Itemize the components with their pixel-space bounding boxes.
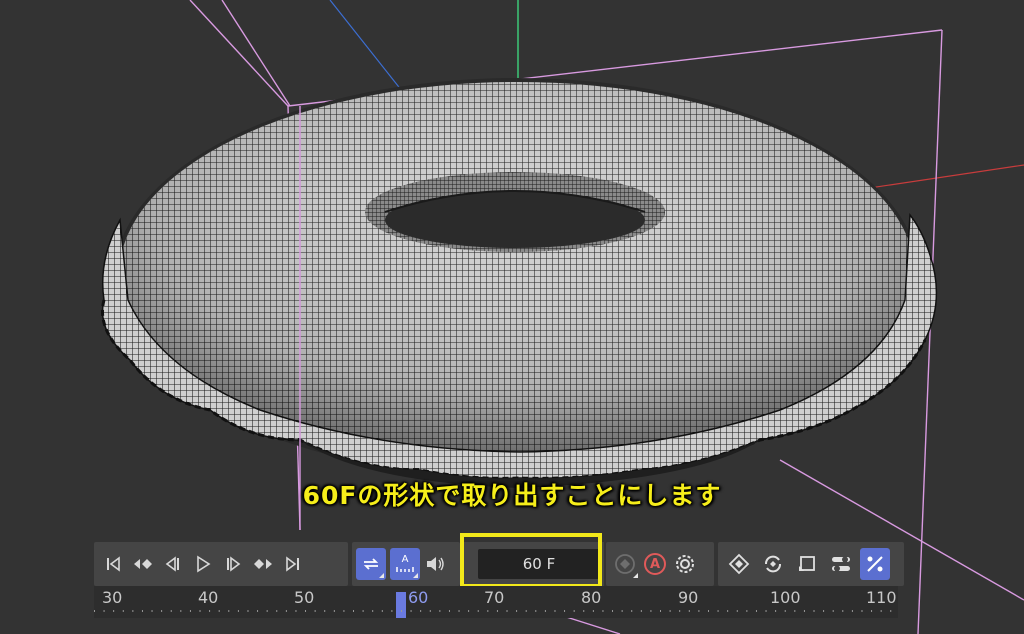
previous-keyframe-button[interactable]: [128, 548, 158, 580]
key-settings-icon: [676, 555, 694, 573]
play-icon: [197, 555, 211, 573]
tick-label: 90: [678, 588, 699, 607]
playback-rate-label: A: [401, 554, 409, 565]
loop-button[interactable]: [356, 548, 386, 580]
current-frame-field[interactable]: 60 F: [478, 549, 600, 579]
animation-toolbar: A 60 F A: [94, 542, 904, 586]
scale-key-button[interactable]: [792, 548, 822, 580]
tick-label: 30: [102, 588, 123, 607]
go-to-start-icon: [107, 556, 120, 572]
torus-mesh: [101, 78, 938, 488]
caption-text: 60Fの形状で取り出すことにします: [302, 481, 722, 510]
parameter-key-button[interactable]: [826, 548, 856, 580]
next-keyframe-icon: [254, 559, 272, 569]
tick-label: 80: [581, 588, 602, 607]
position-key-icon: [728, 553, 750, 575]
autokey-label: A: [649, 556, 661, 572]
tick-label: 40: [198, 588, 219, 607]
sound-icon: [427, 557, 444, 571]
go-to-start-button[interactable]: [98, 548, 128, 580]
playhead[interactable]: [396, 592, 406, 618]
playback-rate-icon: [396, 567, 414, 572]
record-keys-button[interactable]: [610, 548, 640, 580]
position-key-button[interactable]: [724, 548, 754, 580]
point-level-key-icon: [867, 556, 883, 572]
play-button[interactable]: [188, 548, 218, 580]
key-settings-button[interactable]: [670, 548, 700, 580]
point-level-key-button[interactable]: [860, 548, 890, 580]
rotation-key-button[interactable]: [758, 548, 788, 580]
next-frame-button[interactable]: [218, 548, 248, 580]
key-controls: [718, 542, 904, 586]
next-keyframe-button[interactable]: [248, 548, 278, 580]
frame-ticks: [94, 610, 898, 612]
tick-label: 110: [866, 588, 897, 607]
previous-frame-button[interactable]: [158, 548, 188, 580]
go-to-end-button[interactable]: [278, 548, 308, 580]
playback-controls: [94, 542, 348, 586]
next-frame-icon: [227, 556, 241, 572]
current-frame-label: 60: [408, 588, 429, 607]
record-keys-icon: [615, 554, 635, 574]
previous-frame-icon: [165, 556, 179, 572]
go-to-end-icon: [286, 556, 299, 572]
parameter-key-icon: [832, 556, 850, 572]
autokey-button[interactable]: A: [640, 548, 670, 580]
rotation-key-icon: [765, 555, 781, 573]
record-controls: A: [606, 542, 714, 586]
sound-button[interactable]: [420, 548, 450, 580]
tick-label: 70: [484, 588, 505, 607]
timeline-ruler[interactable]: 30 40 50 60 70 80 90 100 110: [94, 586, 898, 618]
previous-keyframe-icon: [134, 559, 152, 569]
tick-label: 50: [294, 588, 315, 607]
tick-label: 100: [770, 588, 801, 607]
loop-icon: [363, 558, 379, 570]
playback-rate-button[interactable]: A: [390, 548, 420, 580]
mode-controls: A: [352, 542, 460, 586]
scale-key-icon: [799, 556, 815, 571]
current-frame-field-panel: 60 F: [464, 542, 604, 586]
3d-viewport[interactable]: [0, 0, 1024, 634]
